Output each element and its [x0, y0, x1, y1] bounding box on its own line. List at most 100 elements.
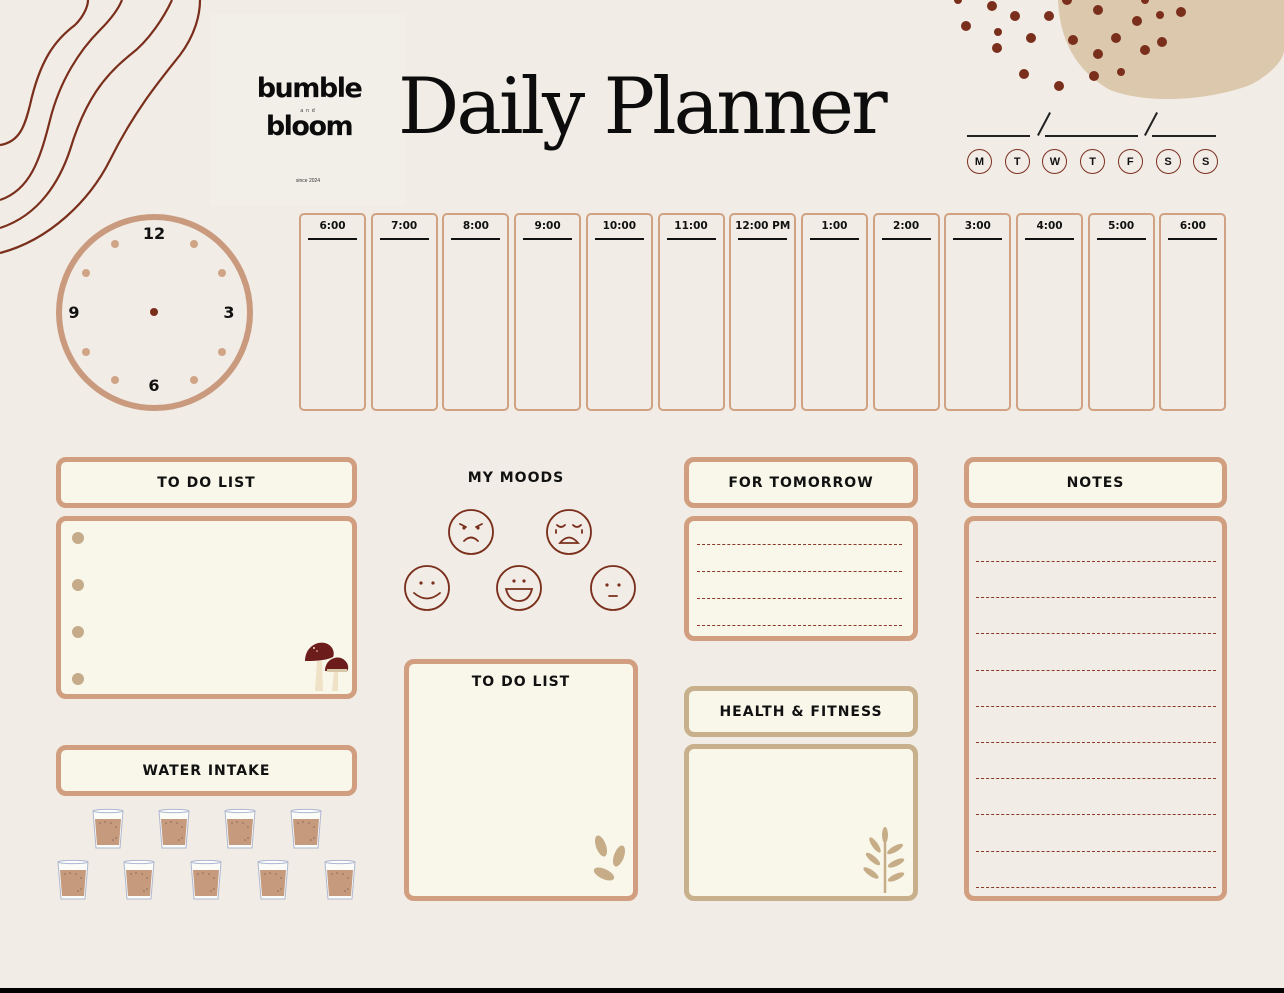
water-glass-icon[interactable] — [256, 859, 290, 901]
mood-angry-icon[interactable] — [447, 508, 495, 556]
weekday-4[interactable]: F — [1117, 149, 1143, 174]
writing-line — [976, 778, 1216, 780]
clock-numeral-9: 9 — [68, 303, 80, 322]
fern-leaf-icon — [863, 827, 905, 893]
time-slot[interactable]: 8:00 — [442, 213, 510, 411]
writing-line — [976, 633, 1216, 635]
time-slot[interactable]: 10:00 — [585, 213, 653, 411]
clock-hour-dot — [189, 239, 198, 248]
water-glass-icon[interactable] — [289, 808, 323, 850]
writing-line — [976, 886, 1216, 888]
dot — [1089, 71, 1099, 81]
todo-list-box[interactable] — [56, 516, 357, 699]
dot — [987, 1, 997, 11]
weekday-5[interactable]: S — [1155, 149, 1181, 174]
time-slot[interactable]: 7:00 — [370, 213, 438, 411]
dot — [992, 43, 1002, 53]
clock-hour-dot — [81, 268, 90, 277]
mood-neutral-icon[interactable] — [589, 564, 637, 612]
writing-line — [976, 814, 1216, 816]
date-year-line[interactable] — [1152, 135, 1216, 137]
dot — [994, 28, 1002, 36]
clock-hour-dot — [218, 347, 227, 356]
notes-box[interactable] — [964, 516, 1227, 901]
writing-line — [976, 561, 1216, 562]
time-slot-label: 7:00 — [391, 220, 418, 232]
time-slot-underline — [953, 238, 1003, 240]
time-slot-underline — [594, 238, 644, 240]
todo-list-secondary-box[interactable]: TO DO LIST — [404, 659, 638, 901]
clock-numeral-12: 12 — [142, 224, 166, 243]
writing-line — [976, 669, 1216, 671]
clock-hour-dot — [110, 376, 119, 385]
time-slot[interactable]: 4:00 — [1016, 213, 1083, 411]
for-tomorrow-header: FOR TOMORROW — [684, 457, 918, 508]
dot — [1157, 37, 1167, 47]
water-glass-icon[interactable] — [122, 859, 156, 901]
writing-line — [697, 625, 902, 626]
time-slot-label: 9:00 — [534, 220, 561, 232]
for-tomorrow-box[interactable] — [684, 516, 918, 641]
time-slot[interactable]: 2:00 — [872, 213, 940, 411]
writing-line — [976, 742, 1216, 743]
time-slot[interactable]: 6:00 — [299, 213, 366, 411]
water-glass-icon[interactable] — [91, 808, 125, 850]
date-day-line[interactable] — [1045, 135, 1138, 137]
time-slot-label: 1:00 — [821, 220, 848, 232]
health-fitness-box[interactable] — [684, 744, 918, 901]
time-slot[interactable]: 3:00 — [944, 213, 1012, 411]
time-slot-label: 2:00 — [893, 220, 920, 232]
todo-bullet — [72, 626, 84, 638]
dot — [1093, 5, 1103, 15]
time-slot-label: 12:00 PM — [735, 220, 791, 232]
time-slot-underline — [308, 238, 357, 240]
time-slot[interactable]: 11:00 — [657, 213, 725, 411]
time-slot-label: 5:00 — [1108, 220, 1135, 232]
time-slot-label: 6:00 — [319, 220, 346, 232]
mood-laughing-icon[interactable] — [495, 564, 543, 612]
todo-list-header: TO DO LIST — [56, 457, 357, 508]
dot — [1156, 11, 1164, 19]
time-slot-label: 8:00 — [462, 220, 489, 232]
time-slot-label: 4:00 — [1036, 220, 1063, 232]
dot — [1132, 16, 1142, 26]
writing-line — [976, 597, 1216, 599]
dot — [1054, 81, 1064, 91]
dot — [1093, 49, 1103, 59]
date-month-line[interactable] — [967, 135, 1030, 137]
water-glass-icon[interactable] — [223, 808, 257, 850]
notes-header: NOTES — [964, 457, 1227, 508]
time-slot-underline — [1025, 238, 1074, 240]
dot — [1176, 7, 1186, 17]
writing-line — [697, 598, 902, 599]
dot — [961, 21, 971, 31]
dot — [1026, 33, 1036, 43]
weekday-3[interactable]: T — [1080, 149, 1106, 174]
clock-hour-dot — [81, 347, 90, 356]
brand-since: since 2024 — [295, 178, 321, 184]
water-glass-icon[interactable] — [323, 859, 357, 901]
water-glass-icon[interactable] — [56, 859, 90, 901]
water-glass-icon[interactable] — [157, 808, 191, 850]
time-slot[interactable]: 5:00 — [1087, 213, 1155, 411]
mushroom-icon — [305, 642, 349, 691]
clock-hour-dot — [218, 268, 227, 277]
time-slot-underline — [666, 238, 716, 240]
dot — [954, 0, 962, 4]
time-slot[interactable]: 6:00 — [1159, 213, 1227, 411]
time-slot[interactable]: 12:00 PM — [729, 213, 797, 411]
todo-list-secondary-title: TO DO LIST — [471, 674, 571, 690]
page-title: Daily Planner — [398, 62, 888, 152]
weekday-0[interactable]: M — [967, 149, 992, 174]
time-slot-underline — [379, 238, 429, 240]
clock-hour-dot — [110, 239, 119, 248]
mood-crying-icon[interactable] — [545, 508, 593, 556]
time-slot[interactable]: 1:00 — [800, 213, 868, 411]
health-fitness-header: HEALTH & FITNESS — [684, 686, 918, 737]
water-glass-icon[interactable] — [189, 859, 223, 901]
weekday-1[interactable]: T — [1004, 149, 1030, 174]
writing-line — [976, 850, 1216, 852]
todo-bullet — [72, 579, 84, 591]
time-slot[interactable]: 9:00 — [514, 213, 582, 411]
mood-smiling-icon[interactable] — [403, 564, 451, 612]
